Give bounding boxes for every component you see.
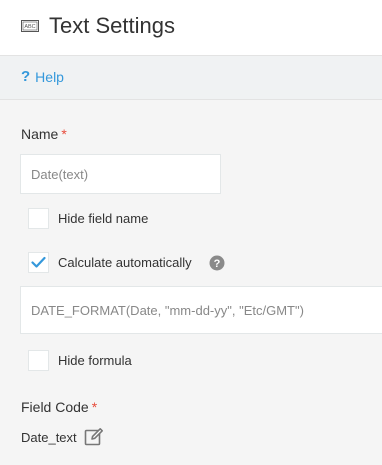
help-label: Help (35, 69, 64, 85)
field-code-label-text: Field Code (21, 399, 89, 415)
field-code-label: Field Code * (21, 399, 97, 415)
field-code-value: Date_text (21, 429, 77, 445)
text-field-icon: ABC (21, 20, 39, 32)
calculate-automatically-option[interactable]: Calculate automatically ? (28, 252, 225, 273)
question-circle-icon[interactable]: ? (209, 255, 225, 271)
dialog-header: ABC Text Settings (0, 0, 382, 56)
hide-field-name-option[interactable]: Hide field name (28, 208, 148, 229)
name-label: Name * (21, 126, 67, 142)
question-mark-icon: ? (21, 68, 31, 85)
hide-field-name-checkbox[interactable] (28, 208, 49, 229)
required-marker: * (91, 399, 98, 415)
hide-formula-checkbox[interactable] (28, 350, 49, 371)
checkmark-icon (31, 256, 46, 268)
svg-text:ABC: ABC (24, 24, 35, 30)
hide-formula-option[interactable]: Hide formula (28, 350, 132, 371)
pencil-edit-icon[interactable] (84, 427, 104, 447)
field-code-row: Date_text (21, 427, 104, 447)
hide-formula-label: Hide formula (58, 353, 132, 368)
name-label-text: Name (21, 126, 59, 142)
formula-input[interactable] (20, 286, 382, 334)
calculate-automatically-label: Calculate automatically (58, 255, 192, 270)
text-settings-dialog: ABC Text Settings ? Help Name* Hide fiel… (0, 0, 382, 465)
name-input[interactable] (20, 154, 221, 194)
required-marker: * (61, 126, 67, 142)
hide-field-name-label: Hide field name (58, 211, 149, 226)
calculate-automatically-checkbox[interactable] (28, 252, 49, 273)
help-bar: ? Help (0, 56, 382, 100)
help-link[interactable]: ? Help (21, 68, 64, 86)
svg-text:?: ? (213, 258, 220, 270)
page-title: Text Settings (49, 13, 175, 38)
